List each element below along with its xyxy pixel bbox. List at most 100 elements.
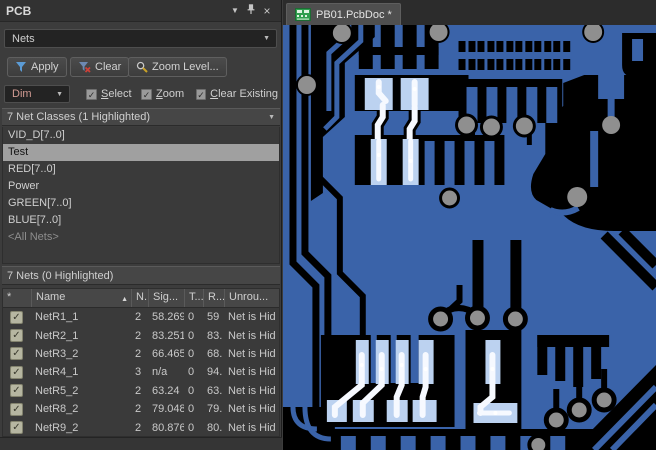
net-class-item[interactable]: RED[7..0] [3,161,279,178]
net-signal-length: 63.24 [152,384,180,397]
pin-icon[interactable] [243,4,259,17]
zoom-level-button[interactable]: Zoom Level... [128,57,227,77]
document-tab-label: PB01.PcbDoc * [316,8,392,21]
net-routed: 68. [207,347,223,360]
table-row[interactable]: ✓ NetR2_1 2 83.251 0 83. Net is Hid [3,326,279,344]
table-row[interactable]: ✓ NetR5_2 2 63.24 0 63. Net is Hid [3,382,279,400]
application-window: PCB ▼ × Nets ▼ Apply Clear Zoom Level...… [0,0,656,450]
net-signal-length: n/a [152,366,168,379]
pcb-canvas[interactable] [283,25,656,450]
net-signal-length: 83.251 [152,329,184,342]
net-signal-length: 66.465 [152,347,184,360]
net-unrouted: Net is Hid [228,311,276,324]
mask-mode-dropdown[interactable]: Dim ▼ [4,85,70,103]
table-row[interactable]: ✓ NetR8_2 2 79.048 0 79. Net is Hid [3,400,279,418]
panel-menu-icon[interactable]: ▼ [227,6,243,15]
column-header-unrouted[interactable]: Unrou... [224,289,279,307]
table-row[interactable]: ✓ NetR3_2 2 66.465 0 68. Net is Hid [3,345,279,363]
zoom-checkbox-row: ✓ Zoom [141,85,184,103]
net-t-value: 0 [188,403,195,416]
filter-clear-icon [79,62,91,73]
zoom-checkbox[interactable]: ✓ [141,88,152,100]
net-class-item[interactable]: GREEN[7..0] [3,195,279,212]
clear-existing-checkbox-row: ✓ Clear Existing [196,85,278,103]
table-row[interactable]: ✓ NetR1_1 2 58.269 0 59 Net is Hid [3,308,279,326]
clear-button-label: Clear [95,61,122,73]
net-classes-header-label: 7 Net Classes (1 Highlighted) [7,111,151,123]
net-name: NetR2_1 [35,329,79,342]
column-header-select[interactable]: * [3,289,31,307]
panel-view-selector[interactable]: Nets ▼ [4,29,277,48]
net-class-item[interactable]: Power [3,178,279,195]
net-unrouted: Net is Hid [228,366,276,379]
clear-existing-checkbox-label: Clear Existing [210,88,278,100]
net-nodes: 2 [135,421,142,434]
net-signal-length: 80.876 [152,421,184,434]
zoom-level-button-label: Zoom Level... [152,61,219,73]
net-enabled-checkbox[interactable]: ✓ [10,402,23,416]
column-header-routed[interactable]: R... [203,289,224,307]
net-class-item[interactable]: VID_D[7..0] [3,127,279,144]
net-unrouted: Net is Hid [228,403,276,416]
net-routed: 59 [207,311,220,324]
net-t-value: 0 [188,347,195,360]
document-tab-bar: PB01.PcbDoc * [283,0,656,25]
net-enabled-checkbox[interactable]: ✓ [10,329,23,343]
chevron-down-icon: ▼ [56,90,63,98]
column-header-nodes[interactable]: N.. [131,289,148,307]
sort-ascending-icon: ▲ [121,295,128,303]
net-t-value: 0 [188,311,195,324]
net-enabled-checkbox[interactable]: ✓ [10,365,23,379]
close-icon[interactable]: × [259,5,275,17]
net-class-item-selected[interactable]: Test [3,144,279,161]
column-header-name[interactable]: Name ▲ [31,289,131,307]
nets-section-header-label: 7 Nets (0 Highlighted) [7,269,114,282]
net-unrouted: Net is Hid [228,384,276,397]
clear-existing-checkbox[interactable]: ✓ [196,88,207,100]
mask-mode-value: Dim [12,88,32,100]
column-header-name-label: Name [36,291,66,303]
apply-button-label: Apply [31,61,59,73]
magnifier-icon [136,61,148,73]
apply-button[interactable]: Apply [7,57,67,77]
net-class-list: VID_D[7..0] Test RED[7..0] Power GREEN[7… [2,127,280,264]
net-routed: 94. [207,366,223,379]
net-class-item-all-nets[interactable]: <All Nets> [3,229,279,246]
editor-area: PB01.PcbDoc * [283,0,656,450]
panel-footer [0,437,282,450]
nets-section-header[interactable]: 7 Nets (0 Highlighted) [2,266,280,285]
net-name: NetR1_1 [35,311,79,324]
net-enabled-checkbox[interactable]: ✓ [10,384,23,398]
net-t-value: 0 [188,384,195,397]
chevron-down-icon: ▼ [268,113,275,121]
nets-table: * Name ▲ N.. Sig... T... R... Unrou... ✓ … [2,288,280,437]
net-name: NetR5_2 [35,384,79,397]
net-enabled-checkbox[interactable]: ✓ [10,421,23,435]
table-row[interactable]: ✓ NetR4_1 3 n/a 0 94. Net is Hid [3,363,279,381]
select-checkbox[interactable]: ✓ [86,88,97,100]
panel-view-selector-value: Nets [12,32,35,45]
net-nodes: 2 [135,311,142,324]
net-unrouted: Net is Hid [228,421,276,434]
net-routed: 63. [207,384,223,397]
net-name: NetR3_2 [35,347,79,360]
net-classes-header[interactable]: 7 Net Classes (1 Highlighted) ▼ [2,108,280,126]
nets-table-header: * Name ▲ N.. Sig... T... R... Unrou... [3,289,279,308]
document-tab[interactable]: PB01.PcbDoc * [286,3,401,25]
column-header-t[interactable]: T... [184,289,203,307]
pcb-document-icon [295,8,311,21]
panel-title: PCB [6,3,32,18]
net-enabled-checkbox[interactable]: ✓ [10,310,23,324]
net-nodes: 2 [135,347,142,360]
net-t-value: 0 [188,421,195,434]
net-class-item[interactable]: BLUE[7..0] [3,212,279,229]
net-t-value: 0 [188,366,195,379]
clear-button[interactable]: Clear [70,57,130,77]
column-header-signal[interactable]: Sig... [148,289,184,307]
net-signal-length: 79.048 [152,403,184,416]
table-row[interactable]: ✓ NetR9_2 2 80.876 0 80. Net is Hid [3,418,279,436]
net-nodes: 3 [135,366,142,379]
net-name: NetR8_2 [35,403,79,416]
net-nodes: 2 [135,403,142,416]
net-enabled-checkbox[interactable]: ✓ [10,347,23,361]
